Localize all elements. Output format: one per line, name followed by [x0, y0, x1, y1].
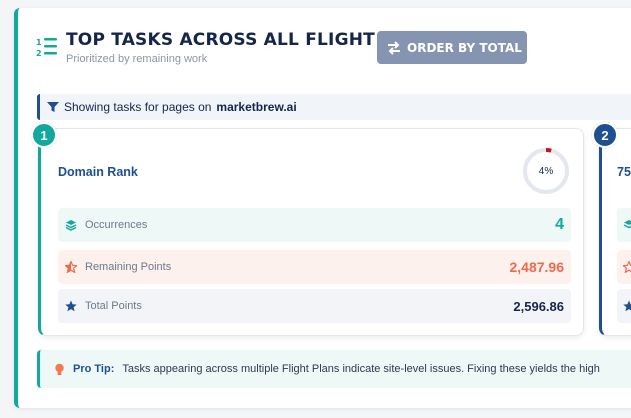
lightbulb-icon [55, 363, 64, 375]
filter-prefix: Showing tasks for pages on [64, 100, 212, 114]
star-half-icon [623, 261, 631, 273]
remaining-points-row [617, 250, 631, 284]
swap-arrows-icon [388, 40, 400, 55]
task-card[interactable]: Domain Rank 4% Occurrences 4 Remaining P… [38, 128, 584, 336]
order-button-label: ORDER BY TOTAL [407, 40, 522, 55]
occurrences-row [617, 208, 631, 242]
pro-tip-banner: Pro Tip: Tasks appearing across multiple… [37, 350, 631, 388]
star-icon [623, 300, 631, 312]
top-tasks-panel: 1 2 TOP TASKS ACROSS ALL FLIGHT PLANS Pr… [14, 8, 631, 408]
page-subtitle: Prioritized by remaining work [66, 53, 208, 65]
svg-text:2: 2 [36, 49, 42, 58]
stat-label: Remaining Points [85, 261, 172, 273]
occurrences-row: Occurrences 4 [58, 208, 571, 242]
stat-value: 2,596.86 [513, 298, 564, 314]
filter-domain: marketbrew.ai [216, 100, 297, 114]
rank-badge: 1 [31, 122, 57, 148]
domain-filter-bar: Showing tasks for pages on marketbrew.ai [37, 94, 631, 120]
stat-label: Occurrences [85, 219, 148, 231]
task-card[interactable]: 75 [599, 128, 631, 336]
stat-value: 4 [555, 216, 564, 233]
task-title: Domain Rank [58, 165, 138, 179]
tip-text: Tasks appearing across multiple Flight P… [122, 363, 600, 375]
progress-percent: 4% [538, 165, 554, 177]
stat-value: 2,487.96 [509, 259, 565, 275]
layers-icon [65, 219, 77, 231]
tip-label: Pro Tip: [73, 363, 115, 375]
order-by-total-button[interactable]: ORDER BY TOTAL [377, 31, 527, 64]
filter-icon [47, 102, 59, 112]
star-icon [65, 300, 77, 312]
star-half-icon [65, 261, 77, 273]
remaining-points-row: Remaining Points 2,487.96 [58, 250, 571, 284]
stat-label: Total Points [85, 300, 142, 312]
numbered-list-icon: 1 2 [36, 38, 57, 58]
layers-icon [623, 220, 631, 229]
rank-badge: 2 [592, 122, 618, 148]
total-points-row [617, 289, 631, 323]
svg-text:1: 1 [36, 38, 42, 47]
task-title: 75 [617, 165, 631, 179]
total-points-row: Total Points 2,596.86 [58, 289, 571, 323]
